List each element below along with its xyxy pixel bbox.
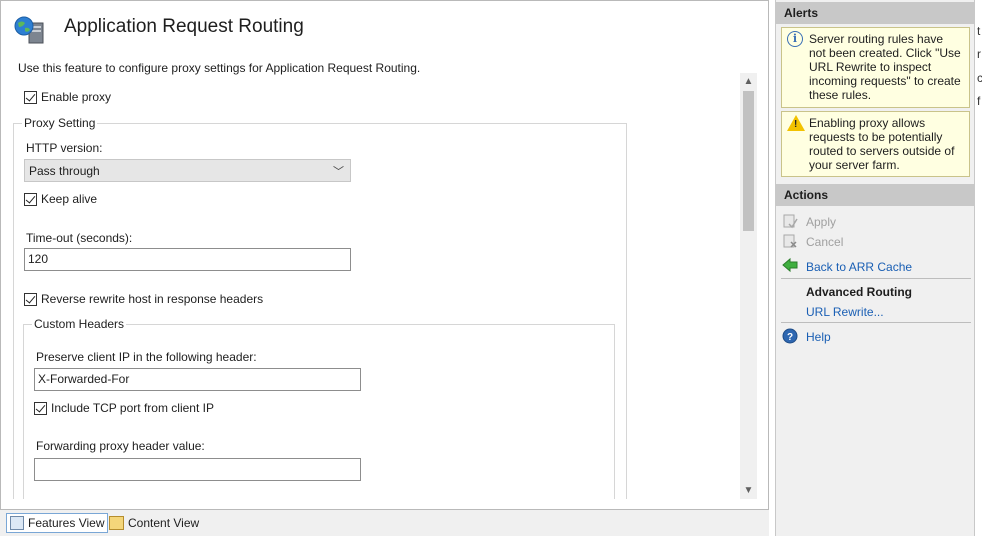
custom-headers-legend: Custom Headers xyxy=(32,317,127,331)
alert-warning-text: Enabling proxy allows requests to be pot… xyxy=(809,116,955,172)
preserve-ip-label: Preserve client IP in the following head… xyxy=(36,350,257,364)
tab-features-view[interactable]: Features View xyxy=(6,513,109,533)
page-title: Application Request Routing xyxy=(64,16,304,37)
settings-content: Enable proxy Proxy Setting HTTP version:… xyxy=(2,76,740,499)
svg-text:?: ? xyxy=(787,332,793,343)
enable-proxy-checkbox[interactable]: Enable proxy xyxy=(24,90,111,104)
clipped-background-text: t r c f xyxy=(976,0,982,536)
back-arrow-icon xyxy=(782,257,798,273)
apply-action[interactable]: Apply xyxy=(806,215,836,229)
http-version-value: Pass through xyxy=(29,164,100,178)
cancel-action[interactable]: Cancel xyxy=(806,235,843,249)
tab-content-view-label: Content View xyxy=(128,516,200,530)
include-tcp-port-checkbox[interactable]: Include TCP port from client IP xyxy=(34,401,214,415)
checkbox-checked-icon xyxy=(24,292,37,306)
alert-info-text: Server routing rules have not been creat… xyxy=(809,32,961,102)
reverse-rewrite-checkbox[interactable]: Reverse rewrite host in response headers xyxy=(24,292,263,306)
help-separator xyxy=(781,322,971,323)
tab-content-view[interactable]: Content View xyxy=(106,513,202,533)
preserve-ip-input[interactable]: X-Forwarded-For xyxy=(34,368,361,391)
warning-icon: ! xyxy=(787,115,805,131)
timeout-input[interactable]: 120 xyxy=(24,248,351,271)
checkbox-checked-icon xyxy=(24,192,37,206)
forwarding-proxy-input[interactable] xyxy=(34,458,361,481)
http-version-label: HTTP version: xyxy=(26,141,103,155)
forwarding-proxy-label: Forwarding proxy header value: xyxy=(36,439,205,453)
right-actions-panel: Alerts i Server routing rules have not b… xyxy=(775,0,975,536)
cancel-icon xyxy=(783,234,797,248)
scroll-up-icon[interactable]: ▲ xyxy=(740,73,757,90)
chevron-down-icon: ﹀ xyxy=(333,166,344,178)
edge-fragment: r xyxy=(977,47,981,61)
help-icon: ? xyxy=(782,328,798,344)
alerts-header: Alerts xyxy=(776,2,974,24)
vertical-scrollbar[interactable]: ▲ ▼ xyxy=(740,73,757,499)
scrollbar-thumb[interactable] xyxy=(743,91,754,231)
edge-fragment: t xyxy=(977,24,981,38)
checkbox-checked-icon xyxy=(34,401,47,415)
apply-icon xyxy=(783,214,798,229)
reverse-rewrite-label: Reverse rewrite host in response headers xyxy=(41,292,264,306)
timeout-label: Time-out (seconds): xyxy=(26,231,133,245)
back-to-arr-cache-link[interactable]: Back to ARR Cache xyxy=(806,260,912,274)
checkbox-checked-icon xyxy=(24,90,37,104)
content-view-icon xyxy=(109,516,124,530)
keep-alive-label: Keep alive xyxy=(41,192,98,206)
alert-warning: ! Enabling proxy allows requests to be p… xyxy=(781,111,970,177)
edge-fragment: f xyxy=(977,94,981,108)
features-view-icon xyxy=(10,516,24,530)
page-description: Use this feature to configure proxy sett… xyxy=(18,61,421,75)
alert-info: i Server routing rules have not been cre… xyxy=(781,27,970,108)
actions-separator xyxy=(781,278,971,279)
advanced-routing-heading: Advanced Routing xyxy=(806,285,913,299)
app-globe-server-icon xyxy=(14,16,44,44)
url-rewrite-link[interactable]: URL Rewrite... xyxy=(806,305,884,319)
view-tabs-bar: Features View Content View xyxy=(0,510,769,536)
edge-fragment: c xyxy=(977,71,982,85)
enable-proxy-label: Enable proxy xyxy=(41,90,112,104)
tab-features-view-label: Features View xyxy=(28,516,105,530)
scroll-down-icon[interactable]: ▼ xyxy=(740,482,757,499)
actions-header: Actions xyxy=(776,184,974,206)
include-tcp-port-label: Include TCP port from client IP xyxy=(51,401,214,415)
keep-alive-checkbox[interactable]: Keep alive xyxy=(24,192,97,206)
help-link[interactable]: Help xyxy=(806,330,831,344)
info-icon: i xyxy=(787,31,803,47)
main-panel: Application Request Routing Use this fea… xyxy=(0,0,769,510)
http-version-select[interactable]: Pass through ﹀ xyxy=(24,159,351,182)
proxy-setting-legend: Proxy Setting xyxy=(22,116,98,130)
